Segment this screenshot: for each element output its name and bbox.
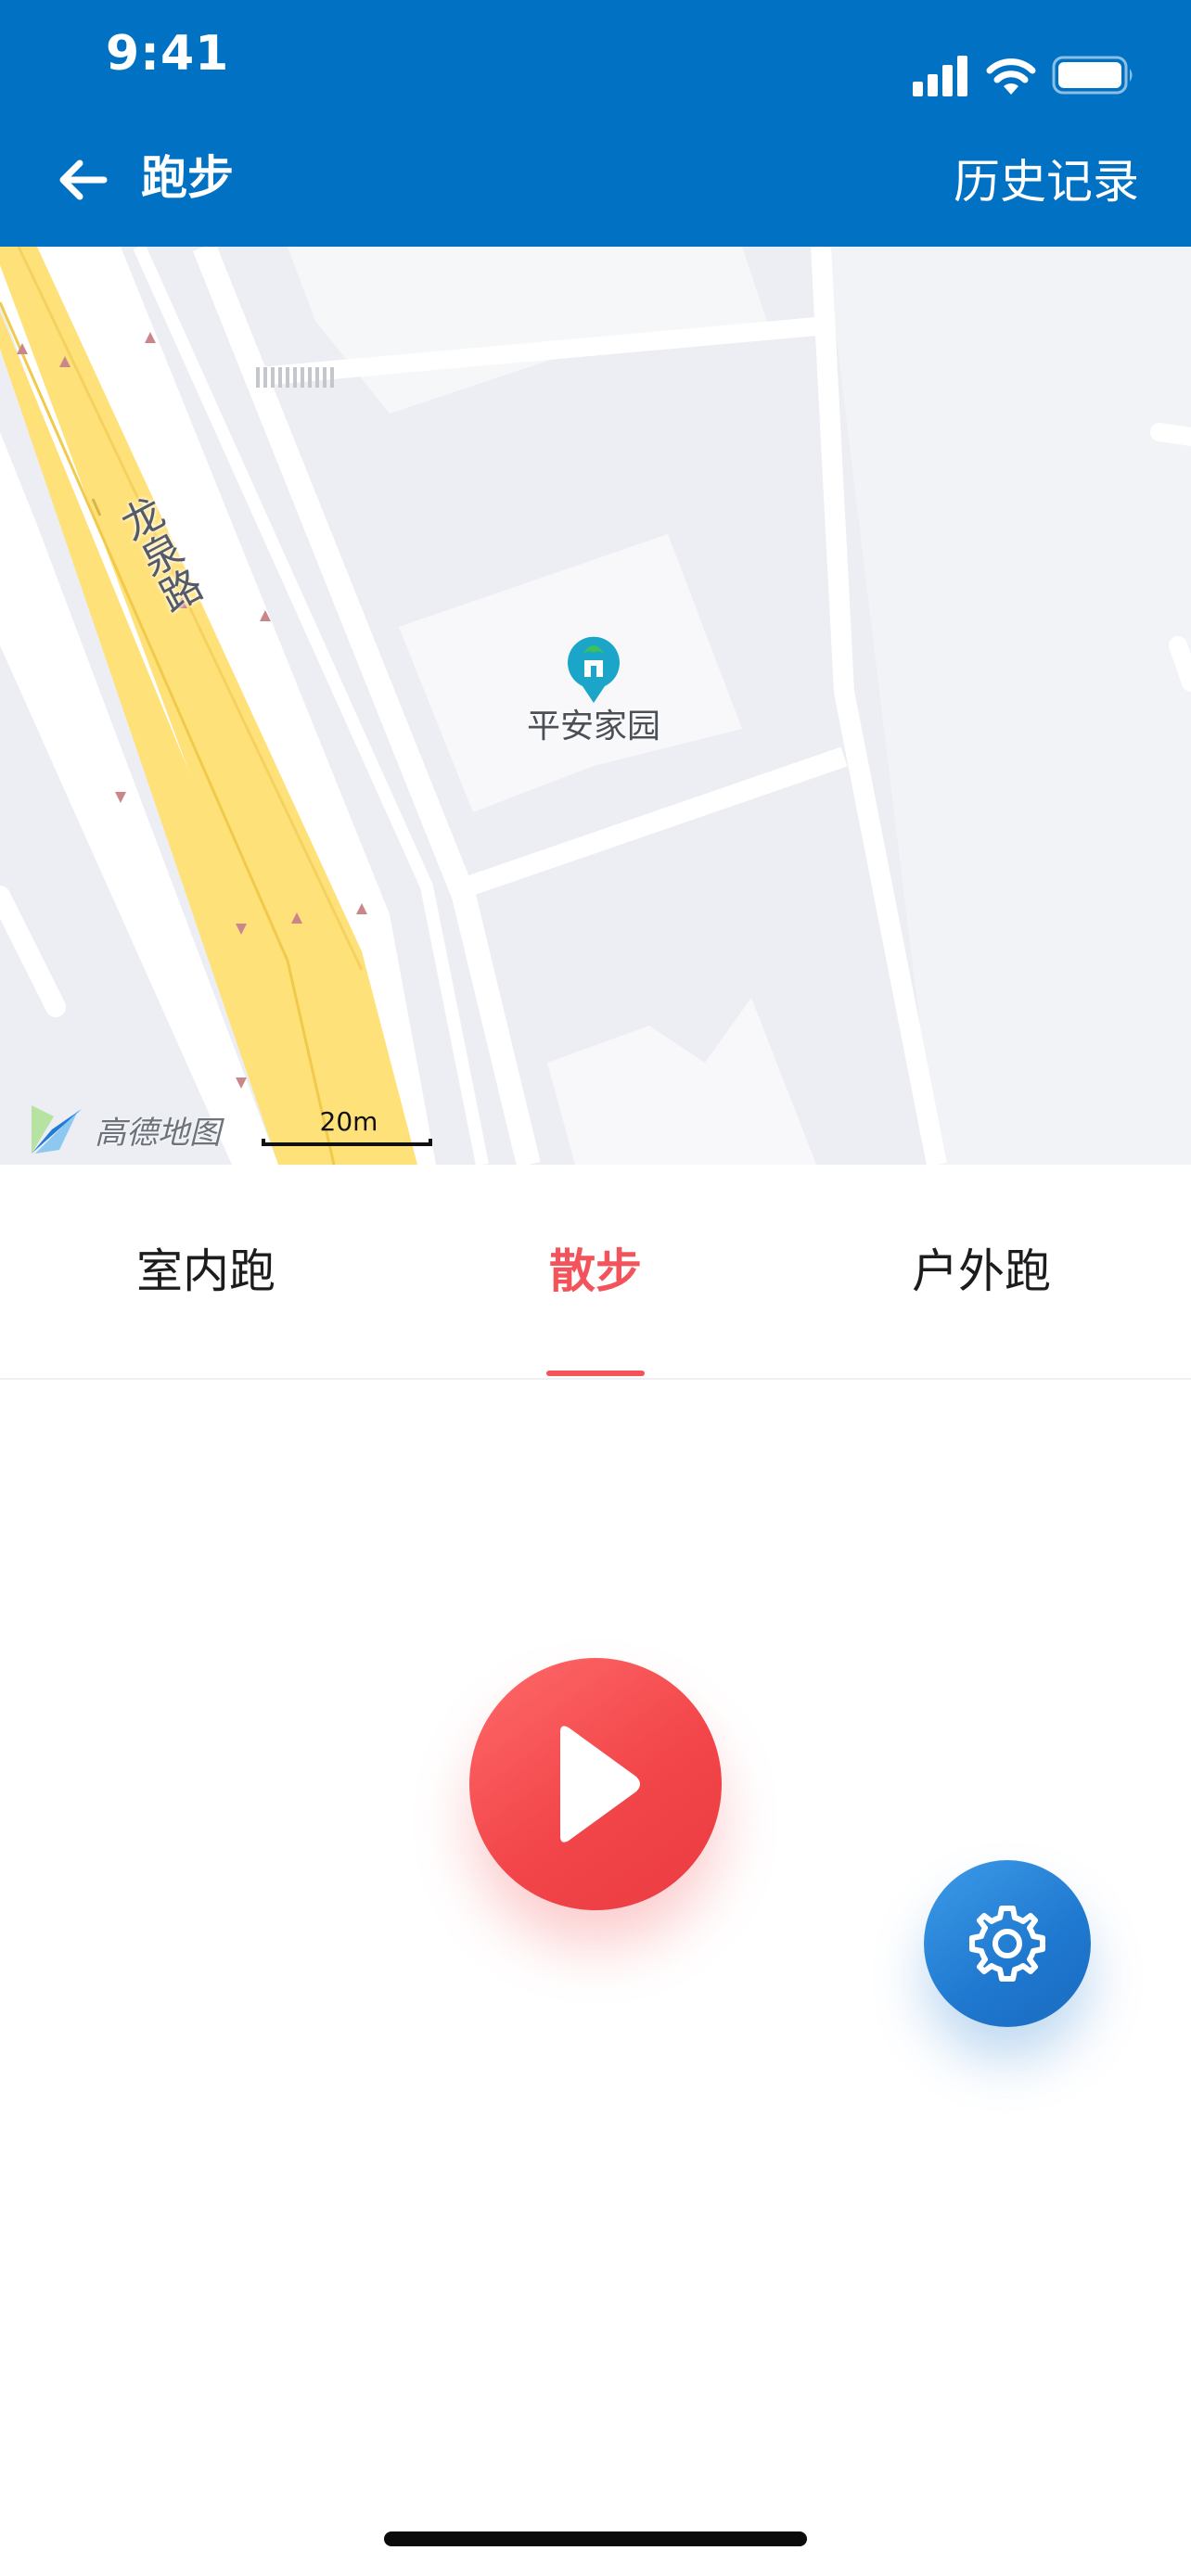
home-indicator: [384, 2531, 807, 2546]
wifi-icon: [986, 58, 1036, 95]
map-provider-logo: 高德地图: [26, 1100, 221, 1159]
back-button[interactable]: [43, 141, 121, 219]
poi-label: 平安家园: [526, 708, 660, 746]
active-tab-indicator: [546, 1371, 645, 1376]
page-title: 跑步: [141, 151, 234, 205]
amap-logo-icon: [32, 1105, 82, 1154]
gear-icon: [969, 1906, 1045, 1982]
map-scale-bar: 20m: [262, 1107, 436, 1150]
mode-tabs: 室内跑 散步 户外跑: [0, 1165, 1191, 1380]
play-icon: [560, 1726, 640, 1843]
scale-label: 20m: [319, 1106, 378, 1137]
map-view[interactable]: 龙泉路 平安家园 高德地图 20m: [0, 247, 1191, 1165]
tab-outdoor-run[interactable]: 户外跑: [783, 1165, 1180, 1378]
signal-icon: [913, 56, 967, 96]
settings-button[interactable]: [924, 1860, 1091, 2027]
battery-icon: [1052, 56, 1133, 95]
start-button[interactable]: [469, 1658, 722, 1910]
arrow-left-icon: [59, 159, 108, 200]
app-header: 9:41 跑步 历史记录: [0, 0, 1191, 247]
poi-marker[interactable]: 平安家园: [501, 636, 686, 749]
map-provider-name: 高德地图: [95, 1114, 221, 1152]
history-button[interactable]: 历史记录: [954, 147, 1139, 217]
tab-indoor-run[interactable]: 室内跑: [7, 1165, 404, 1378]
status-icons: [913, 54, 1135, 96]
status-time: 9:41: [106, 26, 230, 82]
tab-walk[interactable]: 散步: [397, 1165, 794, 1378]
scale-line: [262, 1139, 432, 1146]
location-pin-icon: [568, 636, 620, 703]
running-screen: 9:41 跑步 历史记录 龙泉路 平安家园 高德地图 20m 室内跑 散步 户外…: [0, 0, 1191, 2576]
